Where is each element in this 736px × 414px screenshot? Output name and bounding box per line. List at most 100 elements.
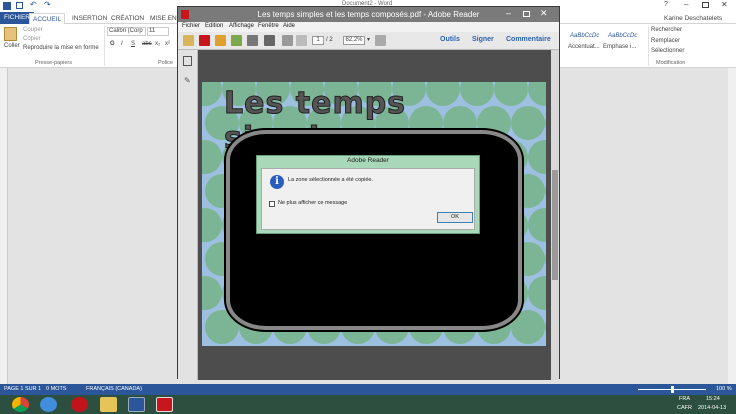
reader-navigation-pane: ✎ xyxy=(178,50,198,380)
page-count[interactable]: PAGE 1 SUR 1 xyxy=(4,386,41,392)
dialog-body: i La zone sélectionnée a été copiée. Ne … xyxy=(261,168,475,230)
find-button[interactable]: Rechercher xyxy=(651,27,682,33)
style-emphasis[interactable]: AaBbCcDc xyxy=(608,33,637,39)
italic-button[interactable]: I xyxy=(121,41,123,47)
save-icon[interactable] xyxy=(16,2,23,9)
reader-scroll-thumb[interactable] xyxy=(552,170,558,280)
power-app-icon[interactable] xyxy=(71,397,88,412)
tab-design[interactable]: CRÉATION xyxy=(108,13,147,24)
chrome-icon[interactable] xyxy=(12,397,29,412)
tab-home[interactable]: ACCUEIL xyxy=(29,13,66,24)
style-accent[interactable]: AaBbCcDc xyxy=(570,33,599,39)
redo-icon[interactable]: ↷ xyxy=(44,0,51,9)
close-icon[interactable]: ✕ xyxy=(721,0,728,9)
pattern-blob xyxy=(202,208,222,242)
cut-button[interactable]: Couper xyxy=(23,27,43,33)
font-name-select[interactable]: Calibri (Corp xyxy=(107,27,146,36)
user-name[interactable]: Karine Deschatelets xyxy=(661,13,725,24)
reader-scrollbar[interactable] xyxy=(551,50,559,380)
menu-window[interactable]: Fenêtre xyxy=(258,23,279,29)
pattern-blob xyxy=(545,242,546,276)
attachments-icon[interactable]: ✎ xyxy=(184,76,191,85)
status-bar: PAGE 1 SUR 1 0 MOTS FRANÇAIS (CANADA) 10… xyxy=(0,384,736,395)
reader-maximize-icon[interactable] xyxy=(523,11,530,17)
word-app-icon[interactable] xyxy=(3,2,11,10)
maximize-icon[interactable] xyxy=(702,2,709,8)
underline-button[interactable]: S xyxy=(131,41,135,47)
tab-insert[interactable]: INSERTION xyxy=(69,13,110,24)
menu-view[interactable]: Affichage xyxy=(229,23,254,29)
dont-show-label[interactable]: Ne plus afficher ce message xyxy=(278,200,347,206)
bold-button[interactable]: G xyxy=(110,41,115,47)
tools-pane-button[interactable]: Outils xyxy=(440,36,460,43)
input-region[interactable]: CAFR xyxy=(677,405,692,411)
taskbar: FRA CAFR 15:24 2014-04-13 xyxy=(0,395,736,414)
pattern-blob xyxy=(202,140,222,174)
word-taskbar-icon[interactable] xyxy=(128,397,145,412)
pattern-blob xyxy=(202,82,222,106)
menu-file[interactable]: Fichier xyxy=(182,23,200,29)
page-thumbnails-icon[interactable] xyxy=(183,56,192,66)
superscript-button[interactable]: x² xyxy=(165,41,170,47)
font-group-label: Police xyxy=(158,60,173,66)
internet-explorer-icon[interactable] xyxy=(40,397,57,412)
font-size-select[interactable]: 11 xyxy=(147,27,169,36)
cloud-icon[interactable] xyxy=(231,35,242,46)
pattern-blob xyxy=(545,174,546,208)
strike-button[interactable]: abc xyxy=(142,41,152,47)
adobe-reader-taskbar-icon[interactable] xyxy=(156,397,173,412)
page-number-input[interactable]: 1 xyxy=(312,36,324,45)
vertical-ruler xyxy=(0,68,8,384)
sign-pane-button[interactable]: Signer xyxy=(472,36,494,43)
ok-button[interactable]: OK xyxy=(437,212,473,223)
zoom-input[interactable]: 62,2% xyxy=(343,36,365,45)
page-total: / 2 xyxy=(326,37,333,43)
undo-icon[interactable]: ↶ xyxy=(30,0,37,9)
reader-minimize-icon[interactable]: – xyxy=(506,8,511,18)
word-count[interactable]: 0 MOTS xyxy=(46,386,66,392)
reader-title-bar: Les temps simples et les temps composés.… xyxy=(178,7,559,22)
menu-help[interactable]: Aide xyxy=(283,23,295,29)
reader-toolbar: 1 / 2 62,2% ▾ Outils Signer Commentaire xyxy=(178,32,559,50)
pattern-blob xyxy=(202,276,222,310)
menu-edit[interactable]: Edition xyxy=(205,23,223,29)
edit-icon[interactable] xyxy=(215,35,226,46)
word-scrollbar[interactable] xyxy=(728,68,736,384)
fit-page-icon[interactable] xyxy=(375,35,386,46)
zoom-level[interactable]: 100 % xyxy=(716,386,732,392)
style-accent-label: Accentuat... xyxy=(568,44,600,50)
minimize-icon[interactable]: – xyxy=(684,0,688,9)
open-icon[interactable] xyxy=(183,35,194,46)
zoom-dropdown-icon[interactable]: ▾ xyxy=(367,36,370,43)
pattern-blob xyxy=(528,276,546,310)
help-icon[interactable]: ? xyxy=(664,1,668,8)
dont-show-checkbox[interactable] xyxy=(269,201,275,207)
clock-date[interactable]: 2014-04-13 xyxy=(698,405,726,411)
select-button[interactable]: Sélectionner xyxy=(651,48,684,54)
reader-title: Les temps simples et les temps composés.… xyxy=(257,10,480,19)
reader-menu-bar: Fichier Edition Affichage Fenêtre Aide xyxy=(178,22,559,32)
clock-time[interactable]: 15:24 xyxy=(706,396,720,402)
dialog-message: La zone sélectionnée a été copiée. xyxy=(288,177,374,183)
subscript-button[interactable]: x₂ xyxy=(155,41,160,47)
format-painter-button[interactable]: Reproduire la mise en forme xyxy=(23,45,99,51)
language-status[interactable]: FRANÇAIS (CANADA) xyxy=(86,386,142,392)
info-icon: i xyxy=(270,175,284,189)
pattern-blob xyxy=(528,208,546,242)
create-pdf-icon[interactable] xyxy=(199,35,210,46)
zoom-thumb[interactable] xyxy=(671,386,674,393)
pattern-blob xyxy=(545,310,546,344)
save-pdf-icon[interactable] xyxy=(247,35,258,46)
email-icon[interactable] xyxy=(282,35,293,46)
paste-icon[interactable] xyxy=(4,27,17,41)
copy-button[interactable]: Copier xyxy=(23,36,41,42)
input-language[interactable]: FRA xyxy=(679,396,690,402)
comment-pane-button[interactable]: Commentaire xyxy=(506,36,551,43)
file-explorer-icon[interactable] xyxy=(100,397,117,412)
print-icon[interactable] xyxy=(264,35,275,46)
reader-close-icon[interactable]: ✕ xyxy=(540,8,548,19)
prev-page-icon[interactable] xyxy=(296,35,307,46)
replace-button[interactable]: Remplacer xyxy=(651,38,680,44)
copy-dialog: Adobe Reader i La zone sélectionnée a ét… xyxy=(256,155,480,234)
paste-button[interactable]: Coller xyxy=(4,43,20,49)
